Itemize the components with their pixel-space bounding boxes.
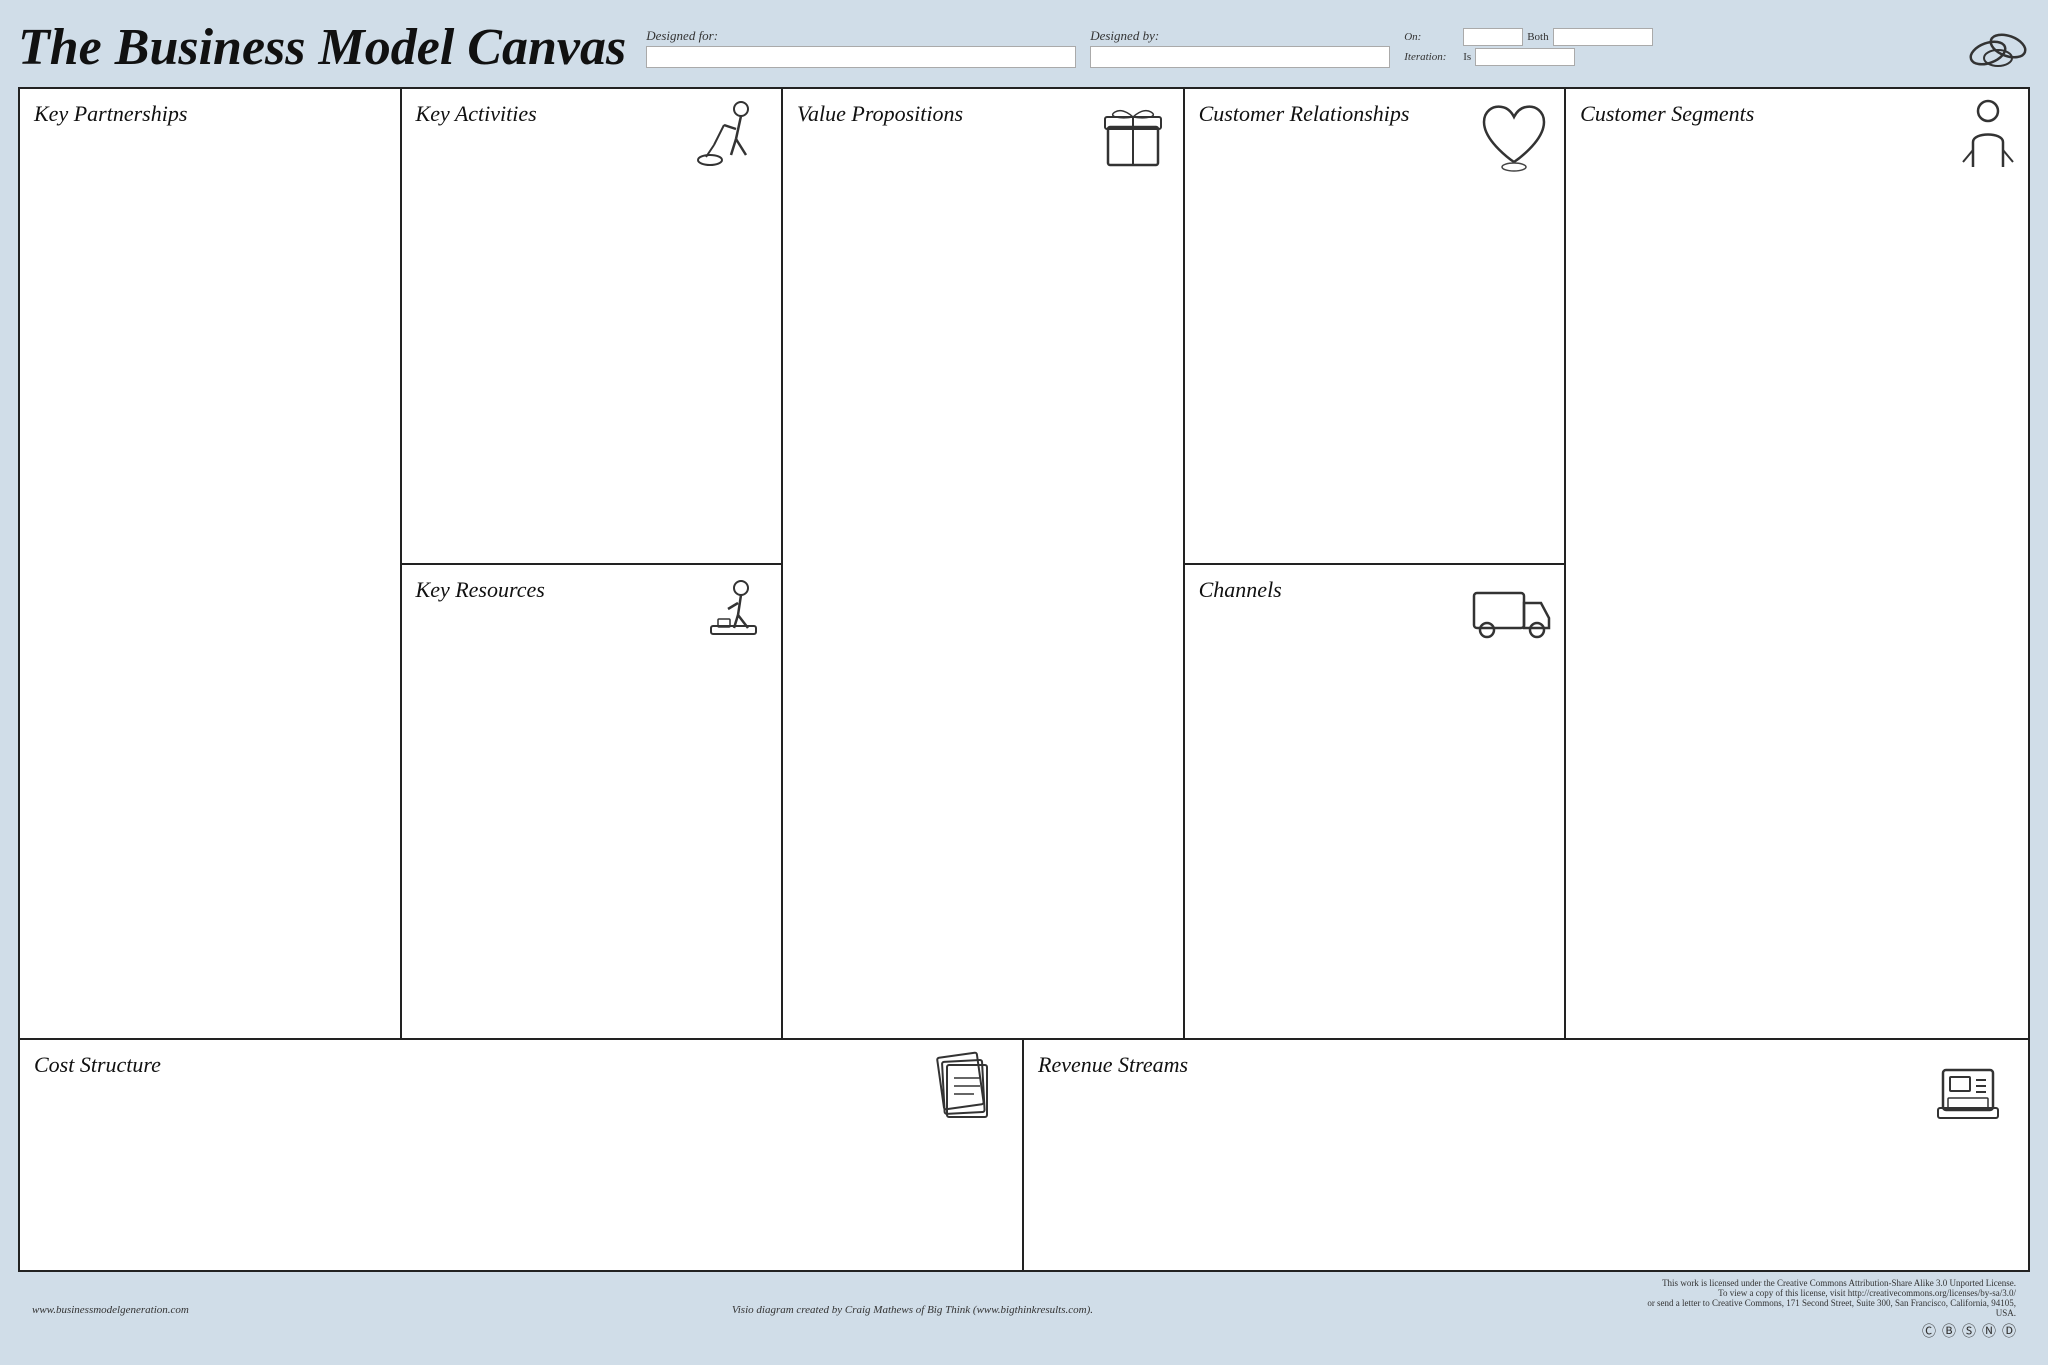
customer-segments-cell: Customer Segments [1566, 89, 2028, 1038]
nc-icon: Ⓝ [1982, 1321, 1996, 1341]
page-title: The Business Model Canvas [18, 18, 626, 77]
partnerships-icon [1958, 8, 2038, 93]
footer-license-line3: or send a letter to Creative Commons, 17… [1636, 1298, 2016, 1318]
segments-icon [1958, 97, 2018, 182]
iteration-label: Iteration: [1404, 51, 1459, 63]
designed-by-input[interactable] [1090, 46, 1390, 68]
iteration-input[interactable] [1475, 48, 1575, 66]
activities-resources-col: Key Activities Key Reso [402, 89, 784, 1038]
nd-icon: Ⓓ [2002, 1321, 2016, 1341]
designed-for-label: Designed for: [646, 28, 1076, 44]
canvas-top: Key Partnerships Key Activities [20, 89, 2028, 1040]
header-fields: Designed for: Designed by: On: Both Iter… [646, 28, 2030, 68]
footer-license-line2: To view a copy of this license, visit ht… [1718, 1288, 2016, 1298]
footer-icons: Ⓒ Ⓑ Ⓢ Ⓝ Ⓓ [1922, 1321, 2016, 1341]
on-label: On: [1404, 31, 1459, 43]
business-model-canvas: Key Partnerships Key Activities [18, 87, 2030, 1272]
both-input[interactable] [1553, 28, 1653, 46]
partnerships-label: Key Partnerships [20, 89, 400, 127]
footer-license: This work is licensed under the Creative… [1636, 1278, 2016, 1341]
designed-for-group: Designed for: [646, 28, 1076, 68]
designed-by-group: Designed by: [1090, 28, 1390, 68]
sa-icon: Ⓢ [1962, 1321, 1976, 1341]
cr-icon [1474, 97, 1554, 182]
cost-label: Cost Structure [20, 1040, 1022, 1078]
cost-icon [922, 1050, 1002, 1135]
canvas-bottom: Cost Structure Revenue Streams [20, 1040, 2028, 1270]
customer-relationships-cell: Customer Relationships [1185, 89, 1565, 565]
right-fields: On: Both Iteration: Is [1404, 28, 1652, 66]
cr-channels-col: Customer Relationships Channels [1185, 89, 1567, 1038]
activities-icon [696, 97, 771, 177]
is-label: Is [1463, 51, 1471, 63]
value-propositions-cell: Value Propositions [783, 89, 1185, 1038]
channels-cell: Channels [1185, 565, 1565, 1039]
footer-license-line1: This work is licensed under the Creative… [1662, 1278, 2016, 1288]
cc-icon: Ⓒ [1922, 1321, 1936, 1341]
revenue-label: Revenue Streams [1024, 1040, 2028, 1078]
resources-icon [696, 573, 771, 653]
revenue-icon [1928, 1050, 2008, 1135]
cost-structure-cell: Cost Structure [20, 1040, 1024, 1270]
designed-by-label: Designed by: [1090, 28, 1390, 44]
footer-website: www.businessmodelgeneration.com [32, 1304, 189, 1316]
key-partnerships-cell: Key Partnerships [20, 89, 402, 1038]
footer-credit: Visio diagram created by Craig Mathews o… [732, 1304, 1093, 1316]
revenue-streams-cell: Revenue Streams [1024, 1040, 2028, 1270]
value-icon [1093, 97, 1173, 182]
on-input[interactable] [1463, 28, 1523, 46]
key-activities-cell: Key Activities [402, 89, 782, 565]
designed-for-input[interactable] [646, 46, 1076, 68]
channels-icon [1469, 573, 1554, 653]
by-icon: Ⓑ [1942, 1321, 1956, 1341]
both-label: Both [1527, 31, 1548, 43]
header: The Business Model Canvas Designed for: … [18, 18, 2030, 77]
footer: www.businessmodelgeneration.com Visio di… [18, 1272, 2030, 1347]
key-resources-cell: Key Resources [402, 565, 782, 1039]
